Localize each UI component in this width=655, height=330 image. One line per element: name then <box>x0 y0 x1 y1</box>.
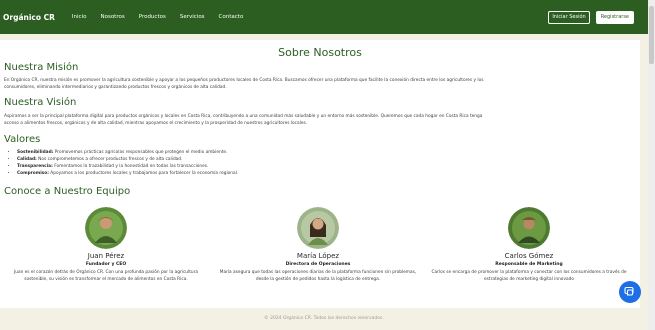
page-title: Sobre Nosotros <box>278 46 362 59</box>
avatar-maria-lopez <box>297 207 339 249</box>
nav-link-inicio[interactable]: Inicio <box>72 14 87 20</box>
nav-link-contacto[interactable]: Contacto <box>219 14 244 20</box>
member-name: Juan Pérez <box>87 252 125 260</box>
values-list: Sostenibilidad: Promovemos prácticas agr… <box>17 149 238 177</box>
team-heading: Conoce a Nuestro Equipo <box>4 186 131 197</box>
member-name: Carlos Gómez <box>504 252 554 260</box>
nav-actions: Iniciar Sesión Registrarse <box>548 10 648 24</box>
member-description: Juan es el corazón detrás de Orgánico CR… <box>13 270 199 282</box>
team-member-card: Juan Pérez Fundador y CEO Juan es el cor… <box>6 207 206 283</box>
member-description: Carlos se encarga de promover la platafo… <box>431 270 627 282</box>
vision-heading: Nuestra Visión <box>4 97 77 108</box>
list-item: Transparencia: Fomentamos la trazabilida… <box>17 163 238 170</box>
nav-link-servicios[interactable]: Servicios <box>180 14 205 20</box>
value-label-transparencia: Transparencia: <box>17 164 53 169</box>
value-label-sostenibilidad: Sostenibilidad: <box>17 150 54 155</box>
list-item: Sostenibilidad: Promovemos prácticas agr… <box>17 149 238 156</box>
avatar-carlos-gomez <box>508 207 550 249</box>
value-label-calidad: Calidad: <box>17 157 37 162</box>
login-button[interactable]: Iniciar Sesión <box>548 10 590 24</box>
about-section: Sobre Nosotros Nuestra Misión En Orgánic… <box>0 40 640 308</box>
member-role: Fundador y CEO <box>85 262 127 267</box>
nav-link-productos[interactable]: Productos <box>139 14 166 20</box>
footer-copyright: © 2024 Orgánico CR. Todos los derechos r… <box>264 316 384 321</box>
page-scrollbar[interactable] <box>648 0 655 330</box>
mission-text: En Orgánico CR, nuestra misión es promov… <box>4 77 624 91</box>
avatar-juan-perez <box>85 207 127 249</box>
value-text-compromiso: Apoyamos a los productores locales y tra… <box>50 171 239 176</box>
value-text-calidad: Nos comprometemos a ofrecer productos fr… <box>38 157 183 162</box>
vision-text: Aspiramos a ser la principal plataforma … <box>4 113 624 127</box>
brand-logo[interactable]: Orgánico CR <box>3 13 55 22</box>
vision-text-line-2: acceso a alimentos frescos, orgánicos y … <box>4 121 308 126</box>
mission-text-line-2: consumidores, eliminando intermediarios … <box>4 85 227 90</box>
mission-text-line-1: En Orgánico CR, nuestra misión es promov… <box>4 78 484 83</box>
chat-bubble-icon <box>624 286 634 296</box>
member-role: Responsable de Marketing <box>495 262 563 267</box>
value-text-sostenibilidad: Promovemos prácticas agrícolas responsab… <box>54 150 228 155</box>
mission-heading: Nuestra Misión <box>4 62 79 73</box>
member-description: María asegura que todas las operaciones … <box>219 270 417 282</box>
value-text-transparencia: Fomentamos la trazabilidad y la honestid… <box>54 164 209 169</box>
scrollbar-thumb[interactable] <box>649 6 654 64</box>
register-button[interactable]: Registrarse <box>595 10 634 24</box>
member-role: Directora de Operaciones <box>285 262 351 267</box>
team-member-card: María López Directora de Operaciones Mar… <box>218 207 418 283</box>
team-member-card: Carlos Gómez Responsable de Marketing Ca… <box>429 207 629 283</box>
nav-link-nosotros[interactable]: Nosotros <box>100 14 124 20</box>
vision-text-line-1: Aspiramos a ser la principal plataforma … <box>4 114 483 119</box>
values-heading: Valores <box>4 134 41 145</box>
list-item: Calidad: Nos comprometemos a ofrecer pro… <box>17 156 238 163</box>
value-label-compromiso: Compromiso: <box>17 171 49 176</box>
list-item: Compromiso: Apoyamos a los productores l… <box>17 170 238 177</box>
member-name: María López <box>296 252 340 260</box>
navbar: Orgánico CR Inicio Nosotros Productos Se… <box>0 0 648 34</box>
chat-button[interactable] <box>619 281 641 303</box>
